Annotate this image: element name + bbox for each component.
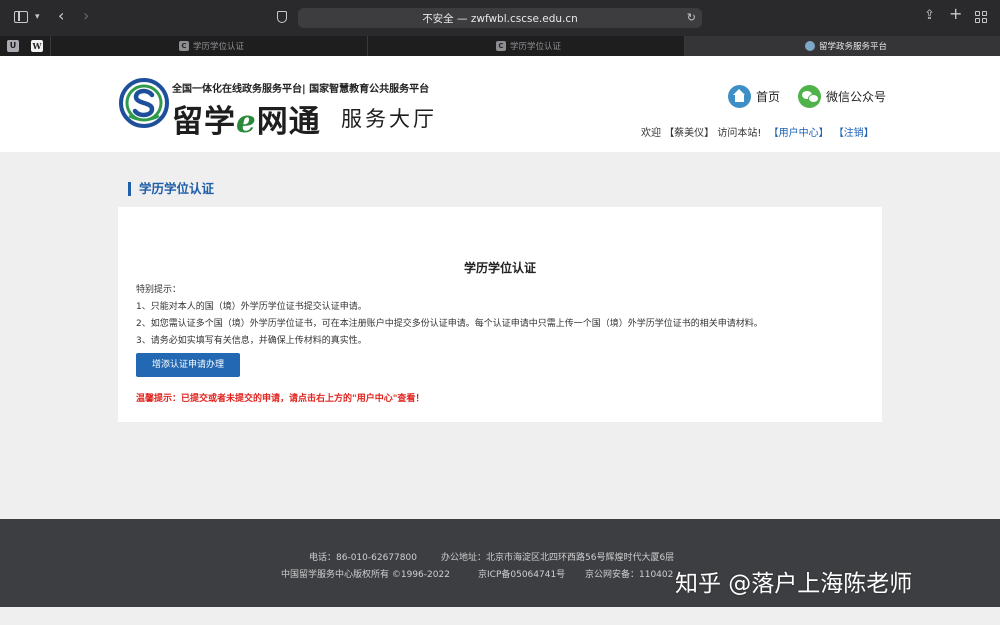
share-icon[interactable]: ⇪ — [924, 9, 935, 23]
tab-2[interactable]: C 学历学位认证 — [367, 36, 684, 56]
brand-part-a: 留学 — [172, 104, 236, 140]
pinned-tab-u[interactable]: U — [7, 40, 19, 52]
pinned-tab-w[interactable]: W — [31, 40, 43, 52]
tab-bar: U W C 学历学位认证 C 学历学位认证 留学政务服务平台 — [0, 36, 1000, 56]
user-welcome-line: 欢迎 【蔡美仪】 访问本站! 【用户中心】 【注销】 — [641, 124, 874, 139]
sidebar-toggle-icon[interactable] — [14, 11, 28, 23]
tab-favicon-icon: C — [179, 41, 189, 51]
site-header: 全国一体化在线政务服务平台| 国家智慧教育公共服务平台 留学e网通 服务大厅 首… — [0, 56, 1000, 152]
tab-favicon-icon: C — [496, 41, 506, 51]
footer-phone: 电话：86-010-62677800 — [309, 553, 417, 563]
footer-icp[interactable]: 京ICP备05064741号 — [478, 567, 565, 580]
chevron-down-icon[interactable]: ▾ — [35, 10, 40, 24]
tab-title: 学历学位认证 — [193, 42, 245, 52]
nav-wechat[interactable]: 微信公众号 — [798, 85, 886, 108]
tip-item: 2、如您需认证多个国（境）外学历学位证书，可在本注册账户中提交多份认证申请。每个… — [136, 319, 763, 329]
footer-address: 办公地址：北京市海淀区北四环西路56号辉煌时代大厦6层 — [441, 553, 675, 563]
nav-home[interactable]: 首页 — [728, 85, 780, 108]
brand-part-b: 网通 — [256, 104, 321, 140]
back-icon[interactable]: ‹ — [58, 8, 64, 24]
tab-overview-icon[interactable] — [975, 11, 987, 23]
welcome-prefix: 欢迎 — [641, 128, 661, 139]
section-title: 学历学位认证 — [128, 182, 214, 196]
card-title: 学历学位认证 — [463, 261, 536, 275]
new-tab-icon[interactable]: + — [949, 6, 962, 22]
footer-police[interactable]: 京公网安备：110402 — [585, 567, 673, 580]
special-tips: 特别提示： 1、只能对本人的国（境）外学历学位证书提交认证申请。 2、如您需认证… — [136, 282, 763, 350]
bottom-strip — [0, 607, 1000, 625]
reload-icon[interactable]: ↻ — [687, 11, 696, 24]
tab-title: 留学政务服务平台 — [819, 42, 888, 52]
platform-slogan: 全国一体化在线政务服务平台| 国家智慧教育公共服务平台 — [172, 84, 430, 95]
tip-item: 3、请务必如实填写有关信息，并确保上传材料的真实性。 — [136, 336, 367, 346]
add-application-button[interactable]: 增添认证申请办理 — [136, 353, 240, 377]
nav-wechat-label: 微信公众号 — [826, 90, 887, 104]
tab-title: 学历学位认证 — [510, 42, 562, 52]
privacy-shield-icon[interactable] — [277, 11, 287, 23]
wechat-icon — [798, 85, 821, 108]
tip-item: 1、只能对本人的国（境）外学历学位证书提交认证申请。 — [136, 302, 367, 312]
zhihu-watermark: 知乎 @落户上海陈老师 — [675, 571, 913, 597]
brand-subtitle: 服务大厅 — [341, 107, 437, 131]
forward-icon[interactable]: › — [83, 8, 89, 24]
footer-copyright: 中国留学服务中心版权所有 ©1996-2022 — [281, 570, 450, 580]
user-center-link[interactable]: 【用户中心】 — [769, 128, 829, 139]
warm-tip: 温馨提示：已提交或者未提交的申请，请点击右上方的"用户中心"查看！ — [136, 394, 425, 404]
cscse-logo-icon[interactable] — [119, 78, 169, 128]
content-card: 学历学位认证 特别提示： 1、只能对本人的国（境）外学历学位证书提交认证申请。 … — [118, 207, 882, 422]
brand-name: 留学e网通 — [172, 96, 321, 141]
welcome-suffix: 访问本站! — [717, 128, 762, 139]
tab-1[interactable]: C 学历学位认证 — [50, 36, 367, 56]
user-name: 【蔡美仪】 — [664, 128, 715, 139]
nav-home-label: 首页 — [756, 90, 781, 104]
home-icon — [728, 85, 751, 108]
logout-link[interactable]: 【注销】 — [834, 128, 874, 139]
tab-3-active[interactable]: 留学政务服务平台 — [684, 36, 1000, 56]
browser-toolbar: ▾ ‹ › 不安全 — zwfwbl.cscse.edu.cn ↻ ⇪ + — [0, 0, 1000, 36]
tips-heading: 特别提示： — [136, 285, 182, 295]
brand-e: e — [236, 104, 257, 140]
address-text: 不安全 — zwfwbl.cscse.edu.cn — [422, 13, 578, 25]
globe-icon — [805, 41, 815, 51]
address-bar[interactable]: 不安全 — zwfwbl.cscse.edu.cn ↻ — [298, 8, 702, 28]
